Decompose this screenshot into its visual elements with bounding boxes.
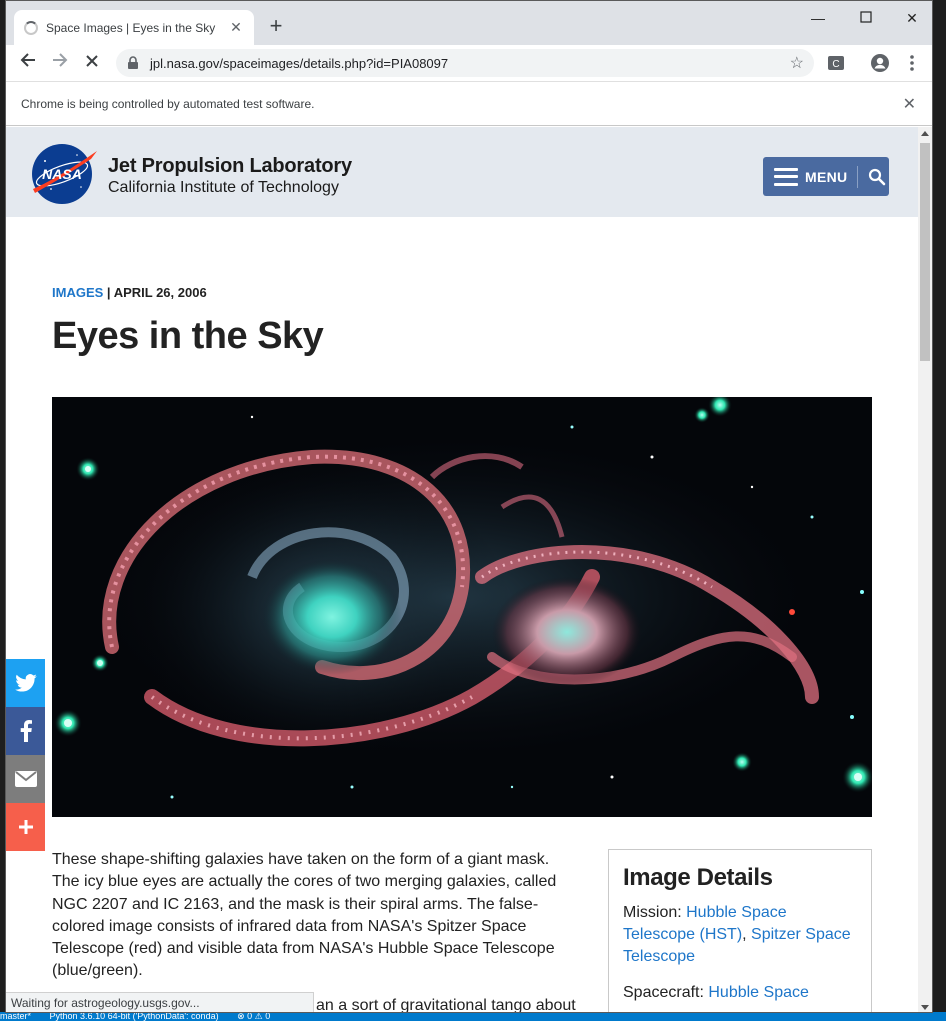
extension-icon[interactable]: C bbox=[826, 53, 846, 73]
browser-tab-active[interactable]: Space Images | Eyes in the Sky ✕ bbox=[14, 10, 254, 45]
spacecraft-link[interactable]: Hubble Space bbox=[708, 984, 809, 1001]
menu-divider bbox=[857, 165, 859, 188]
plus-icon bbox=[18, 820, 33, 834]
mission-label: Mission: bbox=[623, 904, 687, 921]
browser-status-bubble: Waiting for astrogeology.usgs.gov... bbox=[6, 992, 314, 1012]
problems-count[interactable]: ⊗ 0 ⚠ 0 bbox=[237, 1012, 270, 1021]
kicker-separator: | bbox=[103, 285, 114, 300]
mission-separator: , bbox=[742, 926, 752, 943]
email-icon bbox=[14, 771, 37, 787]
browser-window: Space Images | Eyes in the Sky ✕ + — ✕ j… bbox=[5, 0, 933, 1013]
page-scrollbar[interactable] bbox=[918, 127, 932, 1012]
site-header: NASA Jet Propulsion Laboratory Californi… bbox=[6, 127, 918, 217]
share-more-button[interactable] bbox=[6, 803, 45, 851]
twitter-icon bbox=[14, 674, 37, 692]
close-tab-icon[interactable]: ✕ bbox=[228, 19, 244, 36]
maximize-icon bbox=[860, 11, 872, 23]
scroll-up-arrow-icon[interactable] bbox=[921, 131, 929, 136]
python-interpreter[interactable]: Python 3.6.10 64-bit ('PythonData': cond… bbox=[50, 1012, 219, 1021]
article-kicker: IMAGES | APRIL 26, 2006 bbox=[52, 285, 207, 300]
mission-row: Mission: Hubble Space Telescope (HST), S… bbox=[623, 902, 857, 968]
stop-button[interactable] bbox=[80, 51, 104, 75]
editor-status-bar: master* Python 3.6.10 64-bit ('PythonDat… bbox=[0, 1012, 946, 1021]
automation-infobar: Chrome is being controlled by automated … bbox=[6, 81, 932, 126]
menu-button[interactable]: MENU bbox=[763, 157, 889, 196]
nasa-logo[interactable]: NASA bbox=[31, 143, 97, 205]
browser-menu-kebab-icon[interactable] bbox=[902, 53, 922, 73]
site-subtitle[interactable]: California Institute of Technology bbox=[108, 179, 339, 197]
article-date: APRIL 26, 2006 bbox=[113, 285, 207, 300]
image-details-panel: Image Details Mission: Hubble Space Tele… bbox=[608, 849, 872, 1012]
search-icon[interactable] bbox=[868, 168, 886, 186]
page-viewport: NASA Jet Propulsion Laboratory Californi… bbox=[6, 127, 918, 1013]
spacecraft-row: Spacecraft: Hubble Space bbox=[623, 982, 857, 1004]
forward-button[interactable] bbox=[48, 51, 72, 75]
share-twitter-button[interactable] bbox=[6, 659, 45, 707]
loading-spinner-icon bbox=[24, 20, 38, 35]
tab-title: Space Images | Eyes in the Sky bbox=[46, 20, 216, 35]
address-bar[interactable]: jpl.nasa.gov/spaceimages/details.php?id=… bbox=[116, 49, 814, 77]
nasa-logo-text: NASA bbox=[42, 166, 82, 182]
category-link[interactable]: IMAGES bbox=[52, 285, 103, 300]
infobar-close-icon[interactable]: ✕ bbox=[903, 94, 916, 114]
site-title[interactable]: Jet Propulsion Laboratory bbox=[108, 155, 352, 178]
share-facebook-button[interactable] bbox=[6, 707, 45, 755]
browser-toolbar: jpl.nasa.gov/spaceimages/details.php?id=… bbox=[6, 45, 932, 81]
article-paragraph-2: an a sort of gravitational tango about bbox=[316, 997, 576, 1013]
galaxy-hero-image[interactable] bbox=[52, 397, 872, 817]
back-arrow-icon bbox=[20, 53, 35, 67]
galaxy-image-graphic bbox=[52, 397, 872, 817]
close-window-button[interactable]: ✕ bbox=[892, 7, 932, 29]
scroll-down-arrow-icon[interactable] bbox=[921, 1005, 929, 1010]
article-paragraph: These shape-shifting galaxies have taken… bbox=[52, 851, 557, 980]
facebook-icon bbox=[20, 720, 32, 742]
new-tab-button[interactable]: + bbox=[264, 14, 288, 38]
page-title: Eyes in the Sky bbox=[52, 315, 324, 357]
lock-icon bbox=[128, 56, 138, 69]
bookmark-star-icon[interactable]: ☆ bbox=[790, 53, 804, 73]
desktop-right-edge bbox=[932, 0, 946, 1021]
url-text[interactable]: jpl.nasa.gov/spaceimages/details.php?id=… bbox=[150, 56, 790, 71]
infobar-message: Chrome is being controlled by automated … bbox=[21, 96, 315, 111]
back-button[interactable] bbox=[16, 51, 40, 75]
svg-text:C: C bbox=[832, 59, 839, 70]
minimize-button[interactable]: — bbox=[798, 7, 838, 29]
git-branch[interactable]: master* bbox=[0, 1012, 31, 1021]
image-details-heading: Image Details bbox=[623, 864, 773, 891]
stop-icon bbox=[86, 55, 98, 67]
menu-label: MENU bbox=[805, 168, 848, 185]
spacecraft-label: Spacecraft: bbox=[623, 984, 709, 1001]
hamburger-icon bbox=[774, 167, 798, 186]
share-email-button[interactable] bbox=[6, 755, 45, 803]
tab-strip: Space Images | Eyes in the Sky ✕ + — ✕ bbox=[6, 1, 932, 45]
profile-avatar-icon[interactable] bbox=[870, 53, 890, 73]
scrollbar-thumb[interactable] bbox=[920, 143, 930, 361]
forward-arrow-icon bbox=[53, 53, 68, 67]
maximize-button[interactable] bbox=[846, 7, 886, 29]
